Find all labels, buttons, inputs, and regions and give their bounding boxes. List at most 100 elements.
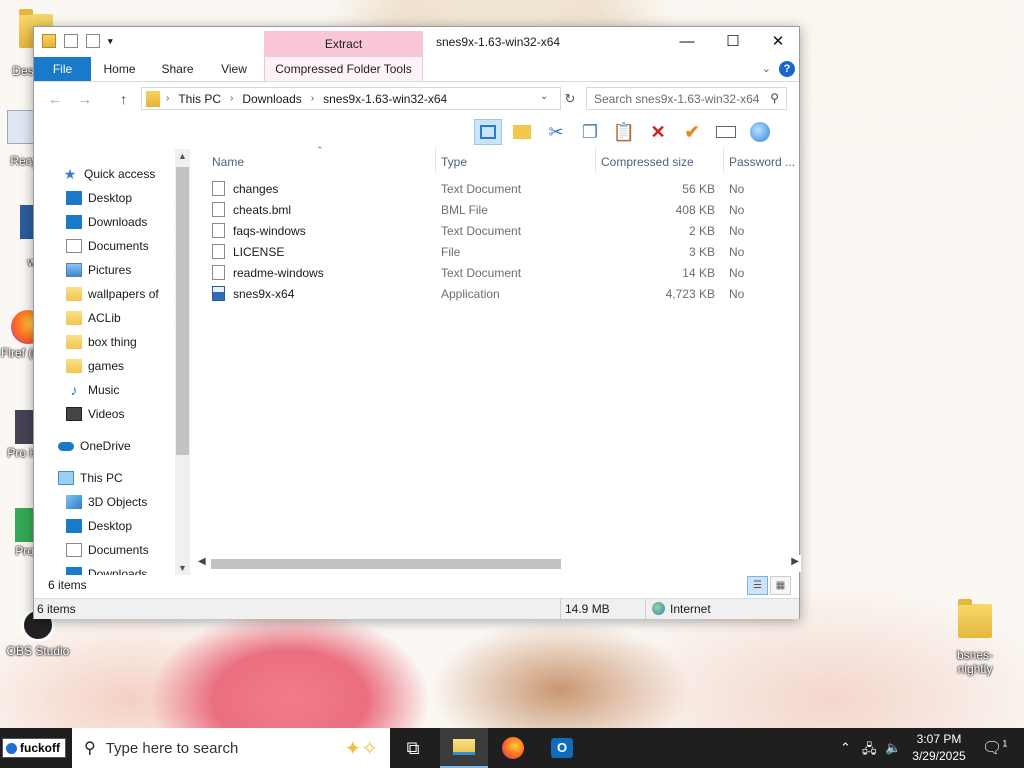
file-row[interactable]: cheats.bml BML File 408 KB No: [212, 199, 802, 220]
file-row[interactable]: snes9x-x64 Application 4,723 KB No: [212, 283, 802, 304]
breadcrumb-current-folder[interactable]: snes9x-1.63-win32-x64: [323, 92, 447, 106]
nav-item-downloads[interactable]: Downloads📌: [34, 210, 190, 234]
nav-pc-item-documents[interactable]: Documents: [34, 538, 190, 562]
copy-icon[interactable]: ❐: [576, 119, 604, 145]
status-items: 6 items: [37, 602, 76, 616]
help-icon[interactable]: ?: [779, 61, 795, 77]
column-header-type[interactable]: Type: [441, 155, 467, 169]
nav-quick-access[interactable]: ★ Quick access: [34, 162, 190, 186]
properties-icon[interactable]: [64, 34, 78, 48]
desktop-icon-bsnes-nightly[interactable]: bsnes-nightly: [942, 599, 1008, 676]
cut-icon[interactable]: ✂: [542, 119, 570, 145]
tab-file[interactable]: File: [34, 57, 91, 81]
scroll-up-icon[interactable]: ▲: [175, 151, 190, 161]
globe-icon[interactable]: [746, 119, 774, 145]
file-row[interactable]: faqs-windows Text Document 2 KB No: [212, 220, 802, 241]
videos-icon: [66, 407, 82, 421]
nav-item-wallpapers-of[interactable]: wallpapers of📌: [34, 282, 190, 306]
item-count: 6 items: [48, 578, 87, 592]
up-icon[interactable]: ↑: [120, 91, 127, 107]
back-icon[interactable]: ←: [48, 91, 62, 107]
qat-dropdown-icon[interactable]: ▾: [108, 36, 113, 47]
text-file-icon: [212, 265, 225, 280]
file-type: File: [441, 245, 461, 259]
file-size: 408 KB: [675, 203, 715, 217]
forward-icon[interactable]: →: [78, 91, 92, 107]
nav-pc-item-3d-objects[interactable]: 3D Objects: [34, 490, 190, 514]
file-name: cheats.bml: [233, 203, 292, 217]
nav-item-documents[interactable]: Documents📌: [34, 234, 190, 258]
address-bar[interactable]: › This PC › Downloads › snes9x-1.63-win3…: [141, 87, 561, 110]
network-icon[interactable]: 🖧: [862, 740, 877, 762]
column-divider: [595, 147, 596, 173]
file-row[interactable]: readme-windows Text Document 14 KB No: [212, 262, 802, 283]
column-divider: [435, 147, 436, 173]
taskbar-search-input[interactable]: ⚲ Type here to search ✦✧: [72, 728, 390, 768]
scroll-right-icon[interactable]: ▶: [791, 556, 799, 567]
file-row[interactable]: changes Text Document 56 KB No: [212, 178, 802, 199]
nav-item-box-thing[interactable]: box thing: [34, 330, 190, 354]
scroll-down-icon[interactable]: ▼: [175, 563, 190, 573]
large-icons-view-icon[interactable]: ▦: [770, 576, 791, 595]
status-size: 14.9 MB: [565, 602, 610, 616]
paste-icon[interactable]: 📋: [610, 119, 638, 145]
nav-pc-item-desktop[interactable]: Desktop: [34, 514, 190, 538]
taskbar-outlook[interactable]: O: [538, 728, 586, 768]
details-view-icon[interactable]: ☰: [747, 576, 768, 595]
delete-icon[interactable]: ✕: [644, 119, 672, 145]
column-header-password[interactable]: Password ...: [729, 155, 795, 169]
scroll-left-icon[interactable]: ◀: [198, 556, 206, 567]
nav-item-pictures[interactable]: Pictures📌: [34, 258, 190, 282]
search-input[interactable]: Search snes9x-1.63-win32-x64 ⚲: [586, 87, 787, 110]
rename-icon[interactable]: [712, 119, 740, 145]
horizontal-scroll-thumb[interactable]: [211, 559, 561, 569]
nav-item-aclib[interactable]: ACLib📌: [34, 306, 190, 330]
tab-view[interactable]: View: [212, 57, 256, 81]
chevron-right-icon[interactable]: ›: [230, 93, 233, 104]
start-button[interactable]: fuckoff: [2, 738, 66, 758]
volume-muted-icon[interactable]: 🔈: [885, 740, 901, 756]
downloads-icon: [66, 215, 82, 229]
taskbar-firefox[interactable]: [489, 728, 537, 768]
nav-item-videos[interactable]: Videos: [34, 402, 190, 426]
clock-time: 3:07 PM: [916, 732, 962, 746]
file-list: ⌃ Name Type Compressed size Password ...…: [192, 145, 802, 573]
nav-onedrive[interactable]: OneDrive: [34, 434, 190, 458]
tab-compressed-folder-tools[interactable]: Compressed Folder Tools: [264, 57, 423, 81]
nav-scroll-thumb[interactable]: [176, 167, 189, 455]
preview-pane-icon[interactable]: [474, 119, 502, 145]
show-hidden-icons-icon[interactable]: ⌃: [840, 740, 851, 756]
taskbar-file-explorer[interactable]: [440, 728, 488, 768]
horizontal-scrollbar[interactable]: ◀ ▶: [192, 555, 801, 572]
open-folder-icon[interactable]: [508, 119, 536, 145]
nav-item-games[interactable]: games: [34, 354, 190, 378]
maximize-button[interactable]: ☐: [710, 27, 756, 57]
copilot-sparkle-icon[interactable]: ✦✧: [344, 736, 378, 761]
new-folder-icon[interactable]: [86, 34, 100, 48]
view-buttons: ☰ ▦: [747, 576, 791, 595]
nav-scrollbar[interactable]: ▲ ▼: [175, 149, 190, 575]
chevron-right-icon[interactable]: ›: [311, 93, 314, 104]
breadcrumb-this-pc[interactable]: This PC: [178, 92, 221, 106]
checkmark-icon[interactable]: ✔: [678, 119, 706, 145]
tab-home[interactable]: Home: [96, 57, 143, 81]
close-button[interactable]: ✕: [755, 27, 801, 57]
file-row[interactable]: LICENSE File 3 KB No: [212, 241, 802, 262]
task-view-button[interactable]: ⧉: [389, 728, 437, 768]
minimize-button[interactable]: —: [664, 27, 710, 57]
sort-ascending-icon: ⌃: [316, 145, 324, 155]
nav-item-desktop[interactable]: Desktop📌: [34, 186, 190, 210]
expand-ribbon-icon[interactable]: ⌄: [762, 62, 771, 75]
nav-item-music[interactable]: ♪ Music: [34, 378, 190, 402]
tab-share[interactable]: Share: [154, 57, 201, 81]
file-password: No: [729, 224, 745, 238]
address-dropdown-icon[interactable]: ⌄: [540, 91, 548, 102]
column-header-name[interactable]: Name: [212, 155, 244, 169]
clock[interactable]: 3:07 PM 3/29/2025: [904, 731, 974, 765]
notifications-icon[interactable]: 🗨1: [982, 738, 1007, 758]
taskbar: fuckoff ⚲ Type here to search ✦✧ ⧉ O ⌃ 🖧…: [0, 728, 1024, 768]
breadcrumb-downloads[interactable]: Downloads: [242, 92, 301, 106]
column-header-compressed-size[interactable]: Compressed size: [601, 155, 694, 169]
nav-this-pc[interactable]: This PC: [34, 466, 190, 490]
refresh-icon[interactable]: ↻: [559, 88, 581, 110]
